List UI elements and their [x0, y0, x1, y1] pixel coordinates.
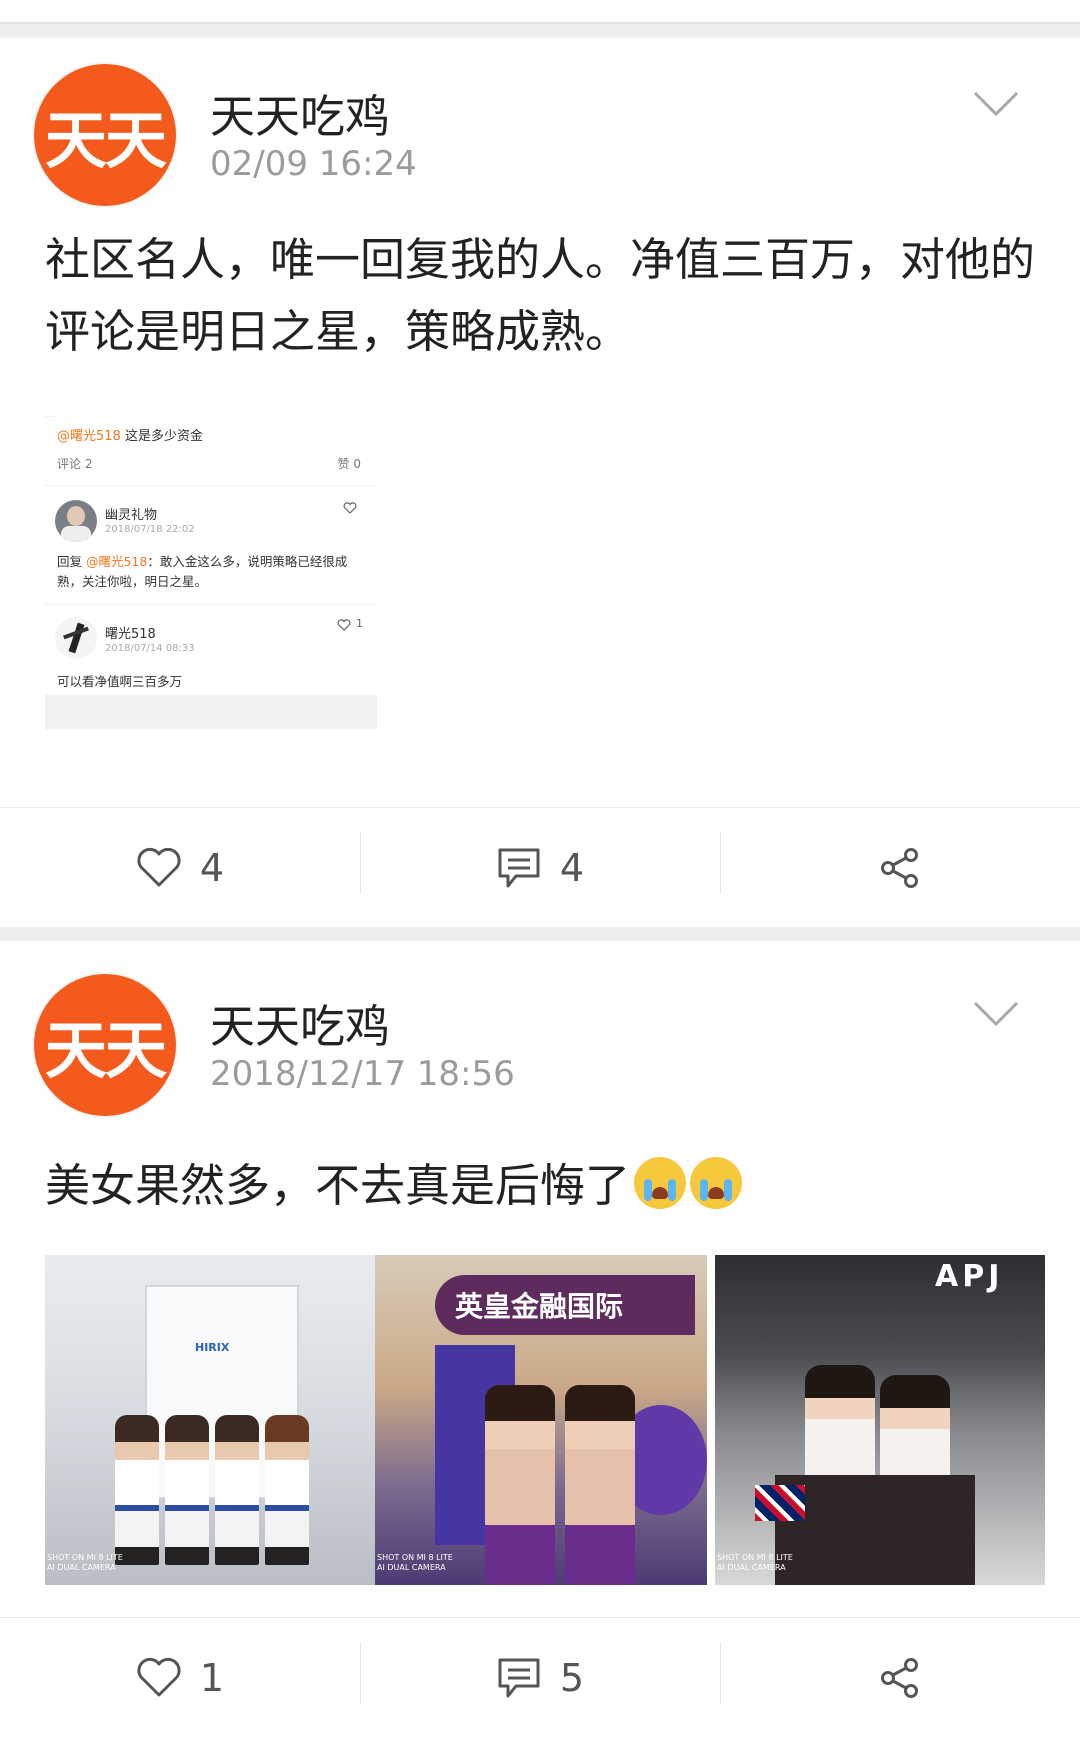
screenshot-question: @曙光518 这是多少资金	[57, 429, 203, 444]
post-separator	[0, 927, 1080, 941]
action-bar: 1 5	[0, 1617, 1080, 1738]
like-count: 4	[199, 846, 225, 890]
heart-icon	[137, 847, 181, 887]
post-time: 02/09 16:24	[210, 144, 417, 184]
share-icon	[881, 1658, 918, 1698]
post-time: 2018/12/17 18:56	[210, 1054, 515, 1094]
author-name[interactable]: 天天吃鸡	[210, 990, 390, 1055]
chevron-down-icon[interactable]	[972, 90, 1020, 118]
comment-button[interactable]: 4	[360, 808, 720, 928]
comment-icon	[498, 1658, 540, 1698]
like-button[interactable]: 1	[0, 1618, 360, 1738]
avatar[interactable]: 天天	[34, 64, 176, 206]
heart-icon[interactable]	[337, 619, 351, 631]
share-button[interactable]	[720, 1618, 1080, 1738]
top-separator	[0, 22, 1080, 38]
like-count: 1	[199, 1656, 225, 1700]
avatar	[55, 617, 97, 659]
reply-text: 回复 @曙光518：敢入金这么多，说明策略已经很成熟，关注你啦，明日之星。	[57, 554, 348, 589]
share-button[interactable]	[720, 808, 1080, 928]
comment-button[interactable]: 5	[360, 1618, 720, 1738]
share-icon	[881, 848, 918, 888]
comment-icon	[498, 848, 540, 888]
screenshot-comment: 幽灵礼物 2018/07/18 22:02 回复 @曙光518：敢入金这么多，说…	[45, 486, 377, 605]
chevron-down-icon[interactable]	[972, 1000, 1020, 1028]
photo-2[interactable]: 英皇金融国际 SHOT ON MI 8 LITE AI DUAL CAMERA	[375, 1255, 707, 1585]
heart-icon	[137, 1657, 181, 1697]
avatar[interactable]: 天天	[34, 974, 176, 1116]
post-text: 社区名人，唯一回复我的人。净值三百万，对他的评论是明日之星，策略成熟。	[45, 233, 1036, 358]
photo-3[interactable]: APJ SHOT ON MI 8 LITE AI DUAL CAMERA	[715, 1255, 1045, 1585]
author-name[interactable]: 天天吃鸡	[210, 80, 390, 145]
crying-emoji-icon	[634, 1157, 687, 1209]
like-button[interactable]: 4	[0, 808, 360, 928]
heart-icon[interactable]	[343, 502, 357, 514]
photo-1[interactable]: HIRIX SHOT ON MI 8 LITE AI DUAL CAMERA	[45, 1255, 375, 1585]
screenshot-stats: 评论 2 赞 0	[45, 455, 377, 486]
comment-count: 4	[559, 846, 585, 890]
post-text: 美女果然多，不去真是后悔了	[45, 1150, 1045, 1222]
embedded-screenshot[interactable]: @曙光518 这是多少资金 评论 2 赞 0 幽灵礼物 2018/07/18 2…	[45, 404, 377, 776]
action-bar: 4 4	[0, 807, 1080, 928]
comment-count: 5	[559, 1656, 585, 1700]
crying-emoji-icon	[690, 1157, 743, 1209]
screenshot-comment: 曙光518 2018/07/14 08:33 1 可以看净值啊三百多万	[55, 617, 363, 689]
avatar	[55, 500, 97, 542]
